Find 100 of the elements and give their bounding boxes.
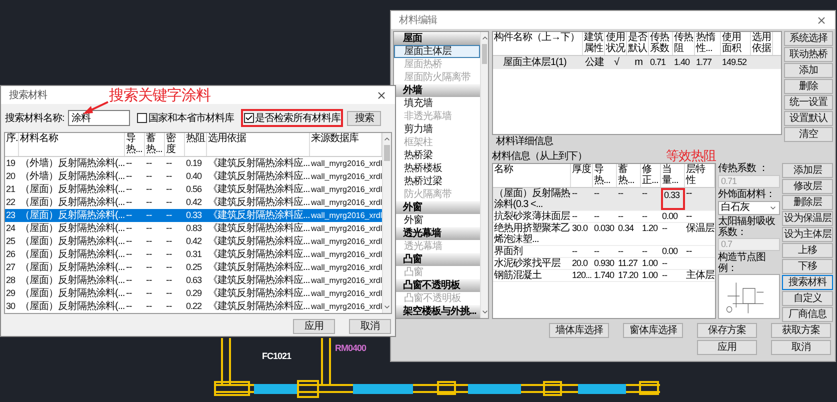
side-button[interactable]: 设置默认 <box>784 111 833 126</box>
footer-button[interactable]: 获取方案 <box>771 323 831 338</box>
category-header[interactable]: 外窗 <box>394 201 480 214</box>
table-cell-text: -- <box>617 211 624 222</box>
category-header[interactable]: 凸窗 <box>394 253 480 266</box>
search-field[interactable]: 涂料 <box>68 110 130 126</box>
column-header[interactable]: 导热... <box>125 133 145 156</box>
table-cell: （外墙）反射隔热涂料(... <box>19 157 125 170</box>
column-header[interactable]: 厚度 <box>571 164 593 187</box>
category-item[interactable]: 外窗 <box>394 214 480 227</box>
side-button[interactable]: 联动热桥 <box>784 47 833 62</box>
column-header[interactable]: 是否默认 <box>627 32 649 55</box>
column-header[interactable]: 使用面积 <box>721 32 751 55</box>
layer-button[interactable]: 厂商信息 <box>782 307 833 322</box>
column-header[interactable]: 选用依据 <box>751 32 773 55</box>
table-cell-text: wall_myrg2016_xrdl <box>310 210 382 222</box>
table-row[interactable]: 钢筋混凝土 120... 1.740 17.20 1.00 -- 主体层 <box>493 270 715 282</box>
column-header[interactable]: 序. <box>5 133 19 156</box>
table-cell: （屋面）反射隔热涂料(... <box>19 248 125 261</box>
column-header[interactable]: 密度 <box>165 133 185 156</box>
layer-button[interactable]: 删除层 <box>782 195 833 210</box>
layer-button[interactable]: 上移 <box>782 243 833 258</box>
layer-button[interactable]: 搜索材料 <box>782 275 833 290</box>
table-row[interactable]: （屋面）反射隔热涂料(0.3 <... -- -- -- -- 0.33 -- <box>493 188 715 211</box>
category-header[interactable]: 透光幕墙 <box>394 227 480 240</box>
layer-button[interactable]: 下移 <box>782 259 833 274</box>
column-header[interactable]: 选用依据 <box>207 133 310 156</box>
category-header[interactable]: 凸窗不透明板 <box>394 279 480 292</box>
category-item[interactable]: 屋面主体层 <box>394 45 480 58</box>
dialog-button[interactable]: 应用 <box>293 319 335 334</box>
table-cell-text: 0.930 <box>593 258 616 269</box>
table-row[interactable]: 19 （外墙）反射隔热涂料(...-- -- -- 0.19 《建筑反射隔热涂料应...wall_myrg2016_xrdl <box>5 157 382 170</box>
layer-button[interactable]: 修改层 <box>782 179 833 194</box>
layer-button[interactable]: 设为主体层 <box>782 227 833 242</box>
side-button[interactable]: 删除 <box>784 79 833 94</box>
column-header[interactable]: 使用状况 <box>605 32 627 55</box>
layer-button[interactable]: 自定义 <box>782 291 833 306</box>
column-header[interactable]: 热阻 <box>185 133 207 156</box>
category-item[interactable]: 热桥梁 <box>394 149 480 162</box>
table-row[interactable]: 29 （屋面）反射隔热涂料(...-- -- -- 0.29 《建筑反射隔热涂料应...wall_myrg2016_xrdl <box>5 287 382 300</box>
column-header[interactable]: 构件名称（上→下） <box>493 32 583 55</box>
table-row[interactable]: 28 （屋面）反射隔热涂料(...-- -- -- 0.63 《建筑反射隔热涂料应...wall_myrg2016_xrdl <box>5 274 382 287</box>
table-row[interactable]: 20 （外墙）反射隔热涂料(...-- -- -- 0.40 《建筑反射隔热涂料应...wall_myrg2016_xrdl <box>5 170 382 183</box>
category-header[interactable]: 外墙 <box>394 84 480 97</box>
category-header[interactable]: 屋面 <box>394 32 480 45</box>
checkbox-label[interactable]: 是否检索所有材料库 <box>254 110 340 126</box>
dialog-button[interactable]: 应用 <box>697 340 757 355</box>
column-header[interactable]: 修正... <box>641 164 661 187</box>
column-header[interactable]: 热惰性... <box>695 32 721 55</box>
category-item[interactable]: 热桥过梁 <box>394 175 480 188</box>
side-button[interactable]: 系统选择 <box>784 31 833 46</box>
table-cell-text: 21 <box>5 183 16 196</box>
column-header[interactable]: 名称 <box>493 164 571 187</box>
table-cell-text: √ <box>613 56 620 69</box>
footer-button[interactable]: 窗体库选择 <box>623 323 683 338</box>
table-row[interactable]: 抗裂砂浆薄抹面层 -- -- -- -- 0.00 -- <box>493 211 715 223</box>
column-header[interactable]: 导热... <box>593 164 617 187</box>
table-cell-text: -- <box>145 170 153 183</box>
column-header[interactable]: 材料名称 <box>19 133 125 156</box>
table-cell: （屋面）反射隔热涂料(... <box>19 235 125 248</box>
category-item[interactable]: 热桥楼板 <box>394 162 480 175</box>
dialog-button[interactable]: 取消 <box>349 319 391 334</box>
table-row[interactable]: 24 （屋面）反射隔热涂料(...-- -- -- 0.83 《建筑反射隔热涂料应...wall_myrg2016_xrdl <box>5 222 382 235</box>
table-row[interactable]: 27 （屋面）反射隔热涂料(...-- -- -- 0.25 《建筑反射隔热涂料应...wall_myrg2016_xrdl <box>5 261 382 274</box>
column-header[interactable]: 蓄热... <box>145 133 165 156</box>
column-header[interactable]: 传热阻 <box>673 32 695 55</box>
column-header[interactable]: 层特性 <box>685 164 715 187</box>
table-cell-text: 界面剂 <box>493 246 524 257</box>
side-button[interactable]: 统一设置 <box>784 95 833 110</box>
table-cell-text: 30.0 <box>571 223 589 235</box>
side-button[interactable]: 清空 <box>784 127 833 142</box>
footer-button[interactable]: 保存方案 <box>697 323 757 338</box>
dialog-button[interactable]: 取消 <box>771 340 831 355</box>
layer-button[interactable]: 添加层 <box>782 163 833 178</box>
footer-button[interactable]: 墙体库选择 <box>549 323 609 338</box>
finish-select[interactable]: 白石灰 <box>718 201 780 215</box>
category-item[interactable]: 填充墙 <box>394 97 480 110</box>
table-row[interactable]: 26 （屋面）反射隔热涂料(...-- -- -- 0.31 《建筑反射隔热涂料应...wall_myrg2016_xrdl <box>5 248 382 261</box>
table-cell-text: -- <box>125 196 133 209</box>
search-button[interactable]: 搜索 <box>347 110 382 126</box>
table-row[interactable]: 绝热用挤塑聚苯乙烯泡沫塑... 30.0 0.030 0.34 1.20 -- 保温层 <box>493 223 715 246</box>
side-button[interactable]: 添加 <box>784 63 833 78</box>
column-header[interactable]: 建筑属性 <box>583 32 605 55</box>
category-item[interactable]: 剪力墙 <box>394 123 480 136</box>
category-header[interactable]: 架空楼板与外挑... <box>394 305 480 318</box>
table-row[interactable]: 23 （屋面）反射隔热涂料(...-- -- -- 0.33 《建筑反射隔热涂料应...wall_myrg2016_xrdl <box>5 209 382 222</box>
table-row[interactable]: 水泥砂浆找平层 20.0 0.930 11.27 1.00 -- <box>493 258 715 270</box>
column-header[interactable]: 蓄热... <box>617 164 641 187</box>
table-row[interactable]: 界面剂 -- -- -- -- 0.00 -- <box>493 246 715 258</box>
table-cell-text: 0.25 <box>185 261 203 274</box>
column-header[interactable]: 当量... <box>661 164 685 187</box>
table-row[interactable]: 21 （屋面）反射隔热涂料(...-- -- -- 0.56 《建筑反射隔热涂料应...wall_myrg2016_xrdl <box>5 183 382 196</box>
table-cell: 《建筑反射隔热涂料应... <box>207 209 310 222</box>
checkbox-label[interactable]: 国家和本省市材料库 <box>148 110 234 126</box>
table-row[interactable]: 屋面主体层1(1) 公建 √ m 0.71 1.40 1.77 149.52 <box>493 56 781 69</box>
table-row[interactable]: 30 （屋面）反射隔热涂料(...-- -- -- 0.22 《建筑反射隔热涂料应...wall_myrg2016_xrdl <box>5 300 382 313</box>
table-row[interactable]: 22 （屋面）反射隔热涂料(...-- -- -- 0.42 《建筑反射隔热涂料应...wall_myrg2016_xrdl <box>5 196 382 209</box>
table-row[interactable]: 25 （屋面）反射隔热涂料(...-- -- -- 0.42 《建筑反射隔热涂料应...wall_myrg2016_xrdl <box>5 235 382 248</box>
column-header[interactable]: 传热系数 <box>649 32 673 55</box>
layer-button[interactable]: 设为保温层 <box>782 211 833 226</box>
